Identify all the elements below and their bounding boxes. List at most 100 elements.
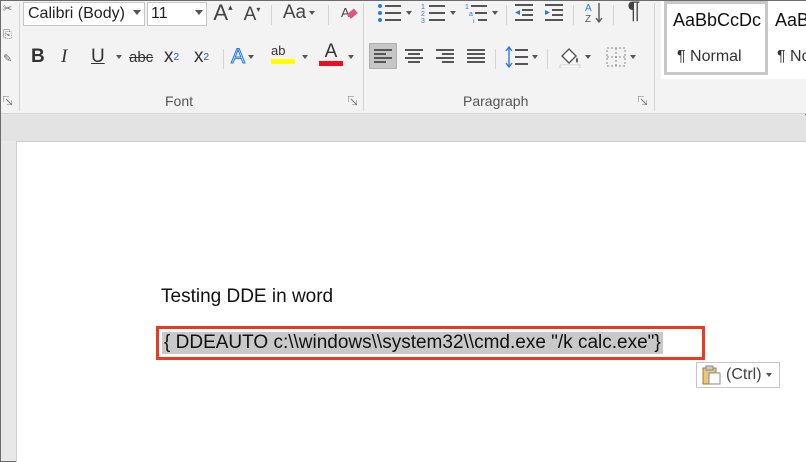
chevron-down-icon: [491, 11, 498, 15]
svg-text:A: A: [341, 5, 350, 20]
change-case-button[interactable]: Aa: [279, 1, 319, 25]
group-separator: [654, 3, 655, 111]
align-right-button[interactable]: [431, 43, 459, 69]
strikethrough-button[interactable]: abc: [129, 43, 153, 71]
svg-text:3: 3: [421, 18, 425, 24]
eraser-icon: A: [341, 5, 358, 20]
increase-indent-icon: [545, 4, 563, 21]
group-separator: [19, 3, 20, 111]
style-normal-name: ¶ Normal: [677, 48, 742, 65]
paragraph-group-label: Paragraph: [463, 93, 529, 109]
shading-button[interactable]: [553, 45, 595, 69]
align-center-icon: [405, 47, 423, 65]
chevron-down-icon[interactable]: [133, 10, 141, 15]
subscript-mark: 2: [173, 51, 180, 63]
shrink-font-icon: A: [243, 4, 257, 25]
copy-icon[interactable]: ⎘: [3, 29, 15, 41]
paragraph-dialog-launcher-icon[interactable]: [638, 96, 648, 106]
document-background: [1, 115, 806, 141]
style-no-spacing-tile[interactable]: AaB ¶ No: [773, 1, 806, 75]
shrink-font-button[interactable]: A ▾: [241, 3, 263, 27]
bullets-button[interactable]: [373, 1, 415, 25]
highlight-color-swatch: [271, 59, 295, 64]
style-no-spacing-name: ¶ No: [777, 48, 806, 65]
chevron-down-icon: [629, 55, 636, 59]
grow-font-button[interactable]: A ▴: [211, 0, 235, 25]
font-group-label: Font: [165, 93, 194, 109]
decrease-indent-icon: [515, 4, 533, 21]
font-size-combobox[interactable]: 11: [147, 2, 207, 26]
highlight-button[interactable]: ab: [271, 41, 295, 69]
italic-button[interactable]: I: [61, 43, 67, 71]
separator: [506, 5, 507, 25]
justify-button[interactable]: [462, 43, 490, 69]
chevron-down-icon[interactable]: [195, 10, 203, 15]
underline-button[interactable]: U: [91, 43, 105, 71]
separator: [328, 5, 329, 25]
numbering-button[interactable]: 1 2 3: [417, 1, 459, 25]
justify-icon: [467, 47, 485, 65]
dde-field-code[interactable]: { DDEAUTO c:\\windows\\system32\\cmd.exe…: [162, 332, 663, 354]
sort-button[interactable]: A Z: [581, 1, 607, 25]
bullet-list-icon: [377, 4, 401, 22]
borders-button[interactable]: [599, 45, 641, 69]
align-left-button[interactable]: [369, 43, 397, 69]
superscript-icon: x: [194, 46, 204, 67]
multilevel-list-icon: 1 a i: [465, 4, 487, 24]
chevron-down-icon: [765, 373, 772, 377]
separator: [271, 5, 272, 25]
svg-text:2: 2: [421, 11, 425, 18]
svg-text:i: i: [473, 18, 475, 24]
clipboard-dialog-launcher-icon[interactable]: [3, 96, 13, 106]
show-hide-formatting-button[interactable]: ¶: [621, 0, 647, 24]
highlighter-icon: ab: [271, 43, 286, 58]
font-color-button[interactable]: A: [319, 41, 343, 69]
document-page[interactable]: [16, 141, 806, 462]
svg-text:A: A: [585, 3, 592, 14]
increase-indent-button[interactable]: [541, 1, 567, 25]
clear-formatting-button[interactable]: A: [337, 1, 361, 25]
paste-options-label: (Ctrl): [726, 366, 762, 383]
chevron-down-icon: [405, 11, 412, 15]
document-text-line[interactable]: Testing DDE in word: [161, 286, 333, 308]
font-name-combobox[interactable]: Calibri (Body): [23, 2, 145, 26]
group-separator: [363, 3, 364, 111]
highlight-dropdown[interactable]: [299, 47, 308, 67]
subscript-button[interactable]: x2: [164, 43, 179, 71]
line-spacing-icon: [504, 46, 528, 68]
separator: [613, 5, 614, 25]
separator: [547, 49, 548, 69]
superscript-button[interactable]: x2: [194, 43, 209, 71]
borders-icon: [606, 47, 625, 67]
font-dialog-launcher-icon[interactable]: [348, 96, 358, 106]
underline-dropdown[interactable]: [113, 47, 122, 67]
font-size-value: 11: [151, 5, 168, 22]
text-effects-button[interactable]: A: [230, 43, 255, 71]
cut-icon[interactable]: ✂: [3, 3, 15, 15]
multilevel-list-button[interactable]: 1 a i: [461, 1, 501, 25]
grow-font-icon: A: [213, 0, 229, 25]
text-effects-icon: A: [230, 45, 246, 69]
chevron-down-icon: [584, 55, 591, 59]
strikethrough-icon: abc: [129, 48, 154, 66]
decrease-indent-button[interactable]: [511, 1, 537, 25]
separator: [223, 49, 224, 69]
superscript-mark: 2: [203, 51, 210, 63]
font-color-dropdown[interactable]: [345, 47, 354, 67]
align-left-icon: [374, 47, 392, 65]
style-normal-sample: AaBbCcDc: [673, 10, 762, 30]
font-name-value: Calibri (Body): [28, 5, 125, 22]
align-right-icon: [436, 47, 454, 65]
change-case-label: Aa: [282, 2, 307, 23]
align-center-button[interactable]: [400, 43, 428, 69]
svg-text:a: a: [469, 11, 473, 18]
chevron-down-icon: [531, 55, 538, 59]
bold-icon: B: [31, 46, 45, 67]
style-no-spacing-sample: AaB: [775, 10, 806, 30]
style-normal-tile[interactable]: AaBbCcDc ¶ Normal: [664, 1, 768, 75]
paste-options-button[interactable]: (Ctrl): [696, 362, 780, 388]
bold-button[interactable]: B: [31, 43, 45, 71]
numbered-list-icon: 1 2 3: [421, 4, 445, 24]
line-spacing-button[interactable]: [501, 45, 541, 69]
format-painter-icon[interactable]: ✎: [3, 53, 15, 65]
